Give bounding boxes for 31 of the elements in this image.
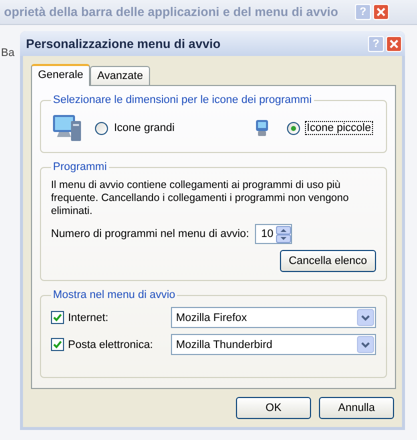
- group-title: Mostra nel menu di avvio: [52, 289, 176, 301]
- group-title: Programmi: [52, 161, 108, 173]
- tab[interactable]: Generale: [31, 64, 90, 86]
- chevron-down-icon[interactable]: [357, 336, 374, 353]
- clear-list-button[interactable]: Cancella elenco: [280, 250, 376, 272]
- field-label: Numero di programmi nel menu di avvio:: [51, 228, 250, 240]
- close-icon[interactable]: [373, 4, 389, 20]
- close-icon[interactable]: [386, 36, 402, 52]
- number-spinner[interactable]: 10: [255, 224, 292, 244]
- dropdown[interactable]: Mozilla Firefox: [171, 307, 376, 328]
- group-title: Selezionare le dimensioni per le icone dei programmi: [52, 94, 313, 106]
- checkbox-label[interactable]: Internet:: [68, 312, 108, 324]
- chevron-down-icon[interactable]: [357, 309, 374, 326]
- computer-icon: [254, 119, 269, 137]
- dialog-button[interactable]: Annulla: [319, 397, 394, 419]
- description-text: Il menu di avvio contiene collegamenti ai programmi di uso più frequente. Cancellando i collegamenti i programmi non vengono eliminati.: [51, 179, 350, 218]
- window-title: Personalizzazione menu di avvio: [26, 36, 222, 50]
- checkbox[interactable]: [51, 311, 64, 324]
- tab[interactable]: Avanzate: [90, 66, 150, 85]
- radio-label[interactable]: Icone piccole: [306, 122, 372, 134]
- checkbox-label[interactable]: Posta elettronica:: [68, 338, 153, 350]
- computer-icon: [51, 112, 83, 144]
- window-title: oprietà della barra delle applicazioni e del menu di avvio: [4, 5, 340, 19]
- radio-label[interactable]: Icone grandi: [114, 122, 175, 134]
- dialog-button[interactable]: OK: [236, 397, 311, 419]
- radio-button[interactable]: [286, 122, 300, 134]
- dropdown[interactable]: Mozilla Thunderbird: [171, 334, 376, 355]
- checkbox[interactable]: [51, 338, 64, 351]
- tab-label: Ba: [1, 47, 14, 59]
- radio-button[interactable]: [95, 122, 108, 134]
- spinner-arrows-icon[interactable]: [276, 226, 292, 242]
